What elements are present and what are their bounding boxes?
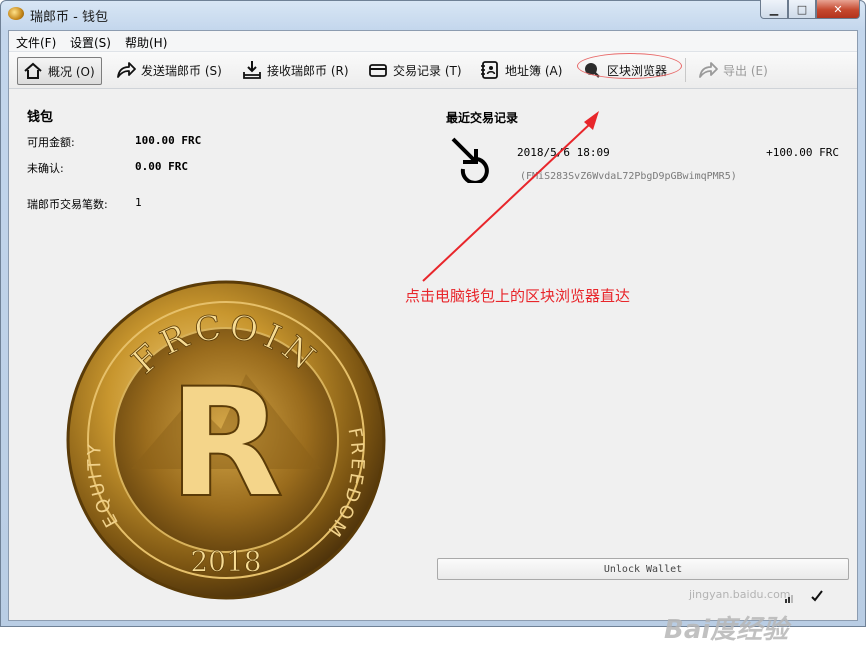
annotation-highlight-ellipse <box>577 53 682 79</box>
toolbar-separator <box>685 58 686 82</box>
annotation-text: 点击电脑钱包上的区块浏览器直达 <box>405 287 631 305</box>
client-area: 文件(F) 设置(S) 帮助(H) 概况 (O) 发送瑞郎币 (S) 接收瑞郎币… <box>8 30 858 645</box>
export-arrow-icon <box>697 59 719 81</box>
menu-help[interactable]: 帮助(H) <box>125 34 167 51</box>
receive-icon <box>241 59 263 81</box>
maximize-button[interactable]: □ <box>788 0 816 19</box>
minimize-button[interactable]: ▁ <box>760 0 788 19</box>
app-coin-icon <box>8 7 24 20</box>
menu-bar: 文件(F) 设置(S) 帮助(H) <box>9 31 857 52</box>
baidu-watermark: Bai度经验 <box>664 615 789 645</box>
toolbar-addressbook-label: 地址簿 (A) <box>505 63 563 78</box>
home-icon <box>22 60 44 82</box>
toolbar-send-button[interactable]: 发送瑞郎币 (S) <box>115 57 222 83</box>
unlock-wallet-button[interactable]: Unlock Wallet <box>437 558 849 580</box>
toolbar-transactions-label: 交易记录 (T) <box>393 63 462 78</box>
toolbar-transactions-button[interactable]: 交易记录 (T) <box>367 57 462 83</box>
toolbar-export-button[interactable]: 导出 (E) <box>697 57 768 83</box>
title-bar: 瑞郎币 - 钱包 ▁ □ ✕ <box>0 0 866 30</box>
annotation-arrow <box>422 111 599 282</box>
close-button[interactable]: ✕ <box>816 0 860 19</box>
toolbar: 概况 (O) 发送瑞郎币 (S) 接收瑞郎币 (R) 交易记录 (T) 地址簿 <box>9 52 857 89</box>
toolbar-send-label: 发送瑞郎币 (S) <box>141 63 222 78</box>
toolbar-overview-button[interactable]: 概况 (O) <box>17 57 102 85</box>
toolbar-overview-label: 概况 (O) <box>48 64 95 79</box>
toolbar-export-label: 导出 (E) <box>723 63 768 78</box>
signal-bars-icon <box>785 592 795 603</box>
menu-file[interactable]: 文件(F) <box>16 34 56 51</box>
toolbar-addressbook-button[interactable]: 地址簿 (A) <box>479 57 562 83</box>
overview-page: 钱包 可用金额: 100.00 FRC 未确认: 0.00 FRC 瑞郎币交易笔… <box>9 89 857 645</box>
sync-check-icon <box>810 589 824 603</box>
toolbar-receive-button[interactable]: 接收瑞郎币 (R) <box>241 57 349 83</box>
menu-settings[interactable]: 设置(S) <box>70 34 111 51</box>
card-icon <box>367 59 389 81</box>
send-arrow-icon <box>115 59 137 81</box>
address-book-icon <box>479 59 501 81</box>
window-title: 瑞郎币 - 钱包 <box>30 10 108 25</box>
watermark-url: jingyan.baidu.com <box>689 588 791 601</box>
toolbar-receive-label: 接收瑞郎币 (R) <box>267 63 349 78</box>
